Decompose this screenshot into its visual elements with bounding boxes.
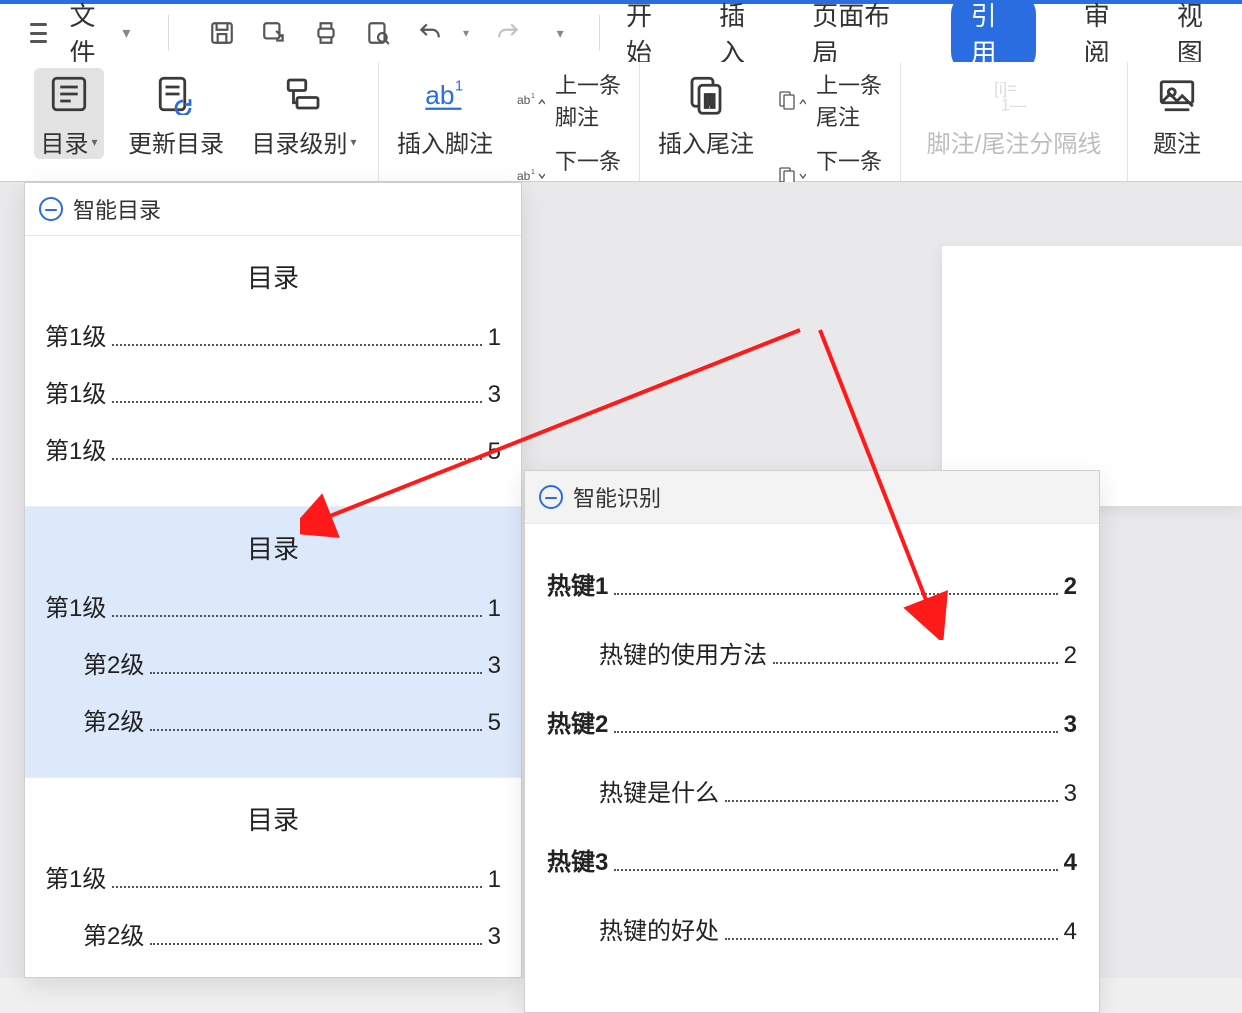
- menubar-separator: [168, 15, 169, 51]
- footnote-separator-button[interactable]: [i]=1— 脚注/尾注分隔线: [919, 68, 1109, 159]
- toc-label: 目录: [40, 124, 88, 159]
- ribbon-group-toc: 目录▾ 更新目录 目录级别▾: [16, 62, 379, 181]
- file-menu-caret-icon[interactable]: ▾: [122, 23, 130, 43]
- toc-icon: [45, 70, 93, 118]
- toc-line: 第2级5: [45, 702, 501, 737]
- toc-level-label: 目录级别: [251, 124, 347, 159]
- recog-line: 热键的使用方法2: [547, 635, 1077, 670]
- recog-line: 热键的好处4: [547, 911, 1077, 946]
- toc-line: 第2级3: [45, 916, 501, 951]
- svg-text:[i]=: [i]=: [994, 80, 1016, 98]
- hamburger-icon[interactable]: [30, 23, 47, 43]
- print-preview-icon[interactable]: [365, 20, 391, 46]
- toc-preview-3[interactable]: 目录 第1级1 第2级3 第3级5: [25, 778, 521, 977]
- svg-text:[i]: [i]: [704, 92, 715, 108]
- ribbon-group-footnote: ab1 插入脚注 ab1 上一条脚注 ab1 下一条脚注: [379, 62, 640, 181]
- insert-endnote-label: 插入尾注: [658, 124, 754, 159]
- toc-line: 第3级5: [45, 973, 501, 977]
- undo-icon[interactable]: [417, 20, 443, 46]
- tab-view[interactable]: 视图: [1177, 0, 1222, 70]
- quick-access-toolbar: ▾ ▾: [209, 20, 573, 46]
- insert-footnote-label: 插入脚注: [397, 124, 493, 159]
- insert-endnote-icon: [i]: [682, 70, 730, 118]
- toc-dropdown-panel: 智能目录 目录 第1级1 第1级3 第1级5 目录 第1级1 第2级3 第2级5…: [24, 182, 522, 978]
- footnote-separator-icon: [i]=1—: [990, 70, 1038, 118]
- update-toc-label: 更新目录: [128, 124, 224, 159]
- toc-line: 第1级3: [45, 374, 501, 409]
- prev-footnote-button[interactable]: ab1 上一条脚注: [517, 68, 621, 132]
- recog-line: 热键12: [547, 566, 1077, 601]
- undo-caret-icon[interactable]: ▾: [463, 26, 469, 40]
- print-icon[interactable]: [313, 20, 339, 46]
- tab-insert[interactable]: 插入: [719, 0, 764, 70]
- prev-endnote-label: 上一条尾注: [816, 68, 882, 132]
- svg-text:ab: ab: [517, 169, 531, 183]
- smart-toc-header-label: 智能目录: [73, 193, 161, 225]
- ribbon-group-caption: 题注: [1128, 62, 1226, 181]
- prev-footnote-icon: ab1: [517, 89, 545, 111]
- document-page[interactable]: [942, 246, 1242, 506]
- tab-review[interactable]: 审阅: [1084, 0, 1129, 70]
- footnote-separator-label: 脚注/尾注分隔线: [927, 124, 1102, 159]
- menubar-left: 文件 ▾ ▾ ▾: [30, 0, 573, 70]
- menubar-separator-2: [599, 15, 600, 51]
- svg-text:1—: 1—: [1001, 96, 1027, 114]
- toc-dropdown-scroll[interactable]: 目录 第1级1 第1级3 第1级5 目录 第1级1 第2级3 第2级5 目录 第…: [25, 236, 521, 977]
- ribbon-group-separator: [i]=1— 脚注/尾注分隔线: [901, 62, 1128, 181]
- smart-recognition-header-label: 智能识别: [573, 481, 661, 513]
- file-menu[interactable]: 文件: [69, 0, 104, 70]
- prev-endnote-button[interactable]: 上一条尾注: [778, 68, 882, 132]
- recog-line: 热键是什么3: [547, 773, 1077, 808]
- toc-preview-1-title: 目录: [45, 258, 501, 295]
- insert-footnote-icon: ab1: [421, 70, 469, 118]
- toc-preview-1[interactable]: 目录 第1级1 第1级3 第1级5: [25, 236, 521, 507]
- svg-text:ab: ab: [425, 80, 454, 110]
- update-toc-icon: [152, 70, 200, 118]
- caption-label: 题注: [1153, 124, 1201, 159]
- ribbon: 目录▾ 更新目录 目录级别▾ ab1 插入脚注 ab1 上一条脚注 ab1 下一…: [0, 62, 1242, 182]
- toc-button[interactable]: 目录▾: [34, 68, 104, 159]
- toc-preview-3-title: 目录: [45, 800, 501, 837]
- svg-text:1: 1: [531, 93, 535, 100]
- save-as-icon[interactable]: [261, 20, 287, 46]
- caption-button[interactable]: 题注: [1146, 68, 1208, 159]
- insert-footnote-button[interactable]: ab1 插入脚注: [397, 68, 493, 159]
- tab-start[interactable]: 开始: [626, 0, 671, 70]
- toc-preview-2[interactable]: 目录 第1级1 第2级3 第2级5: [25, 507, 521, 778]
- toc-level-button[interactable]: 目录级别▾: [248, 68, 360, 159]
- redo-icon[interactable]: [495, 20, 521, 46]
- svg-text:1: 1: [455, 79, 463, 95]
- smart-recognition-body[interactable]: 热键12 热键的使用方法2 热键23 热键是什么3 热键34 热键的好处4: [525, 524, 1099, 986]
- toc-line: 第2级3: [45, 645, 501, 680]
- prev-footnote-label: 上一条脚注: [555, 68, 621, 132]
- toc-level-icon: [280, 70, 328, 118]
- smart-recognition-panel: 智能识别 热键12 热键的使用方法2 热键23 热键是什么3 热键34 热键的好…: [524, 470, 1100, 1013]
- svg-text:1: 1: [531, 169, 535, 176]
- recog-line: 热键23: [547, 704, 1077, 739]
- tab-layout[interactable]: 页面布局: [812, 0, 902, 70]
- smart-recognition-icon: [539, 485, 563, 509]
- smart-recognition-header: 智能识别: [525, 471, 1099, 524]
- insert-endnote-button[interactable]: [i] 插入尾注: [658, 68, 754, 159]
- svg-text:ab: ab: [517, 93, 531, 107]
- ribbon-group-endnote: [i] 插入尾注 上一条尾注 下一条尾注: [640, 62, 901, 181]
- toc-line: 第1级1: [45, 859, 501, 894]
- toc-line: 第1级1: [45, 317, 501, 352]
- qat-more-caret-icon[interactable]: ▾: [547, 20, 573, 46]
- toc-line: 第1级5: [45, 431, 501, 466]
- smart-toc-icon: [39, 197, 63, 221]
- save-icon[interactable]: [209, 20, 235, 46]
- toc-preview-2-title: 目录: [45, 529, 501, 566]
- recog-line: 热键34: [547, 842, 1077, 877]
- caption-icon: [1153, 70, 1201, 118]
- menu-bar: 文件 ▾ ▾ ▾ 开始 插入 页面布局 引用 审阅 视图: [0, 0, 1242, 62]
- toc-level-caret-icon: ▾: [350, 135, 356, 149]
- toc-line: 第1级1: [45, 588, 501, 623]
- toc-caret-icon: ▾: [91, 135, 97, 149]
- smart-toc-header: 智能目录: [25, 183, 521, 236]
- prev-endnote-icon: [778, 89, 806, 111]
- update-toc-button[interactable]: 更新目录: [128, 68, 224, 159]
